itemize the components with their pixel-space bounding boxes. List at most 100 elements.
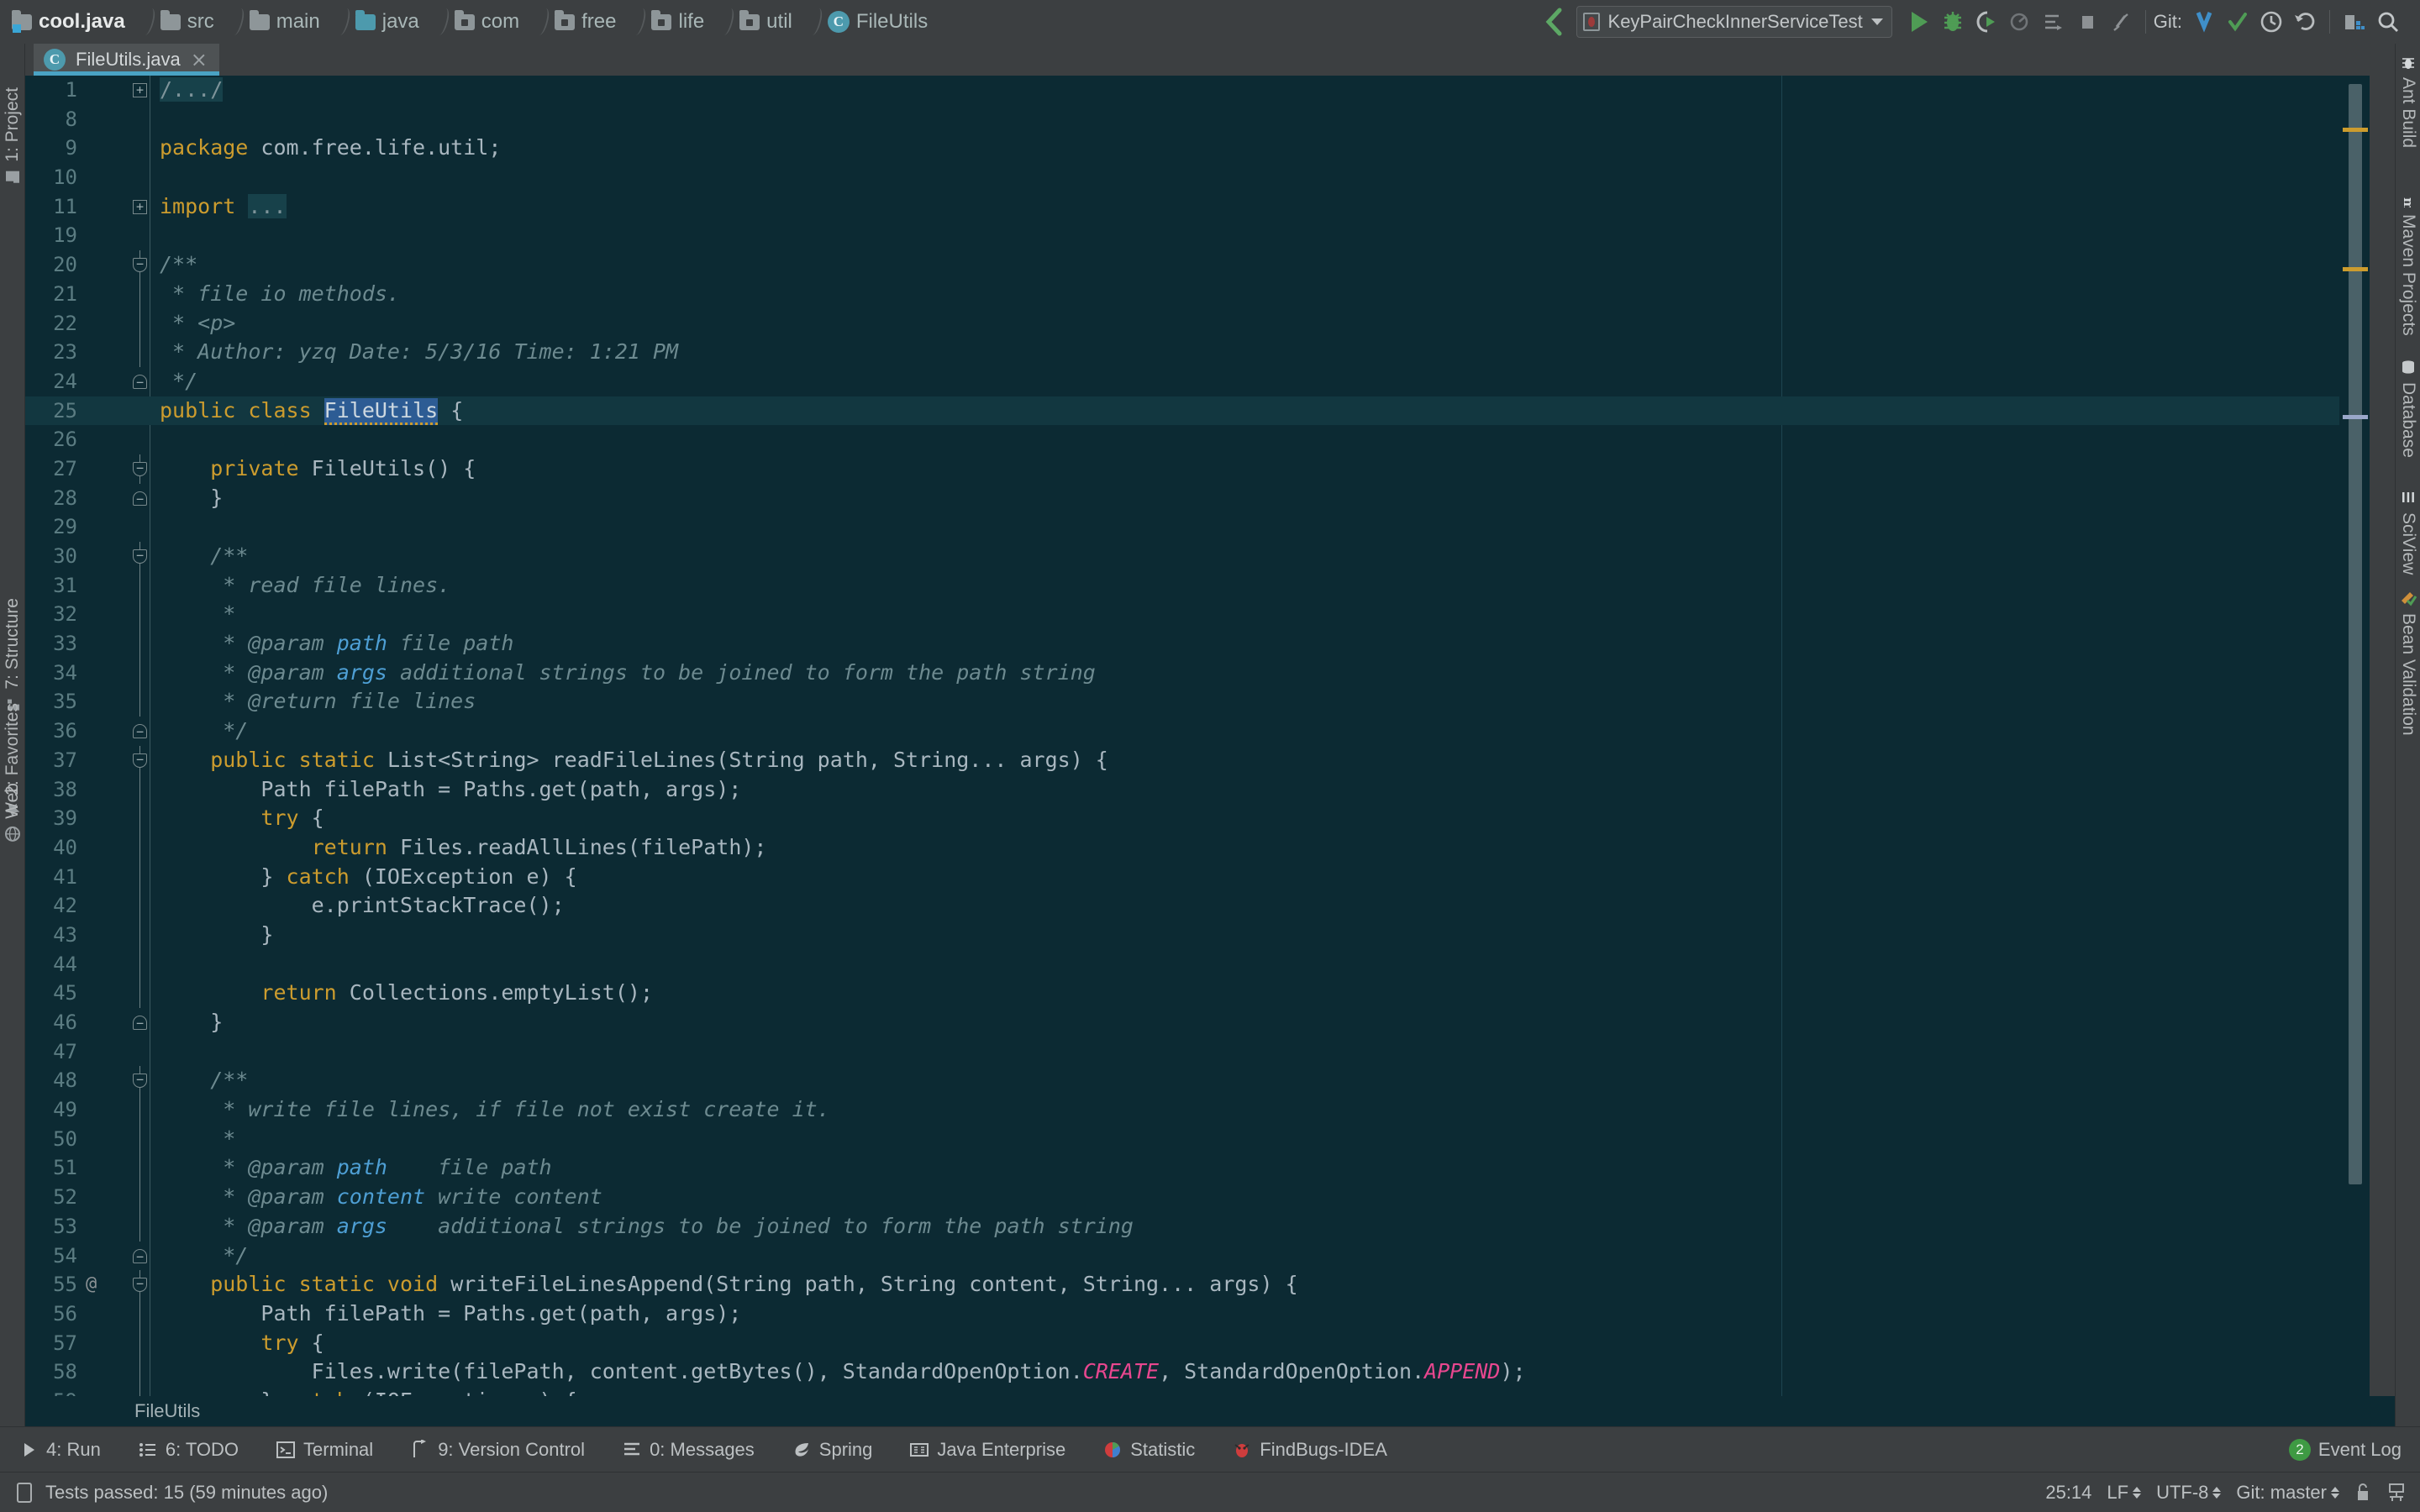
code-line[interactable]: 22 * <p> (25, 308, 2370, 339)
search-everywhere-button[interactable] (2371, 5, 2405, 39)
caret-position[interactable]: 25:14 (2045, 1482, 2091, 1504)
fold-close-icon[interactable]: − (133, 724, 147, 739)
stop-button[interactable] (2070, 5, 2104, 39)
background-tasks-icon[interactable] (15, 1482, 34, 1504)
history-button[interactable] (2254, 5, 2288, 39)
debug-button[interactable] (1936, 5, 1970, 39)
fold-open-icon[interactable]: − (133, 753, 147, 768)
code-line[interactable]: 49 * write file lines, if file not exist… (25, 1095, 2370, 1125)
code-line[interactable]: 41 } catch (IOException e) { (25, 862, 2370, 892)
update-project-button[interactable] (2187, 5, 2221, 39)
lock-icon[interactable] (2354, 1482, 2371, 1504)
bottom-tab-findbugs-idea[interactable]: FindBugs-IDEA (1213, 1427, 1406, 1473)
breadcrumb-item-life[interactable]: life (651, 0, 708, 44)
code-line[interactable]: 9 package com.free.life.util; (25, 134, 2370, 163)
attach-debugger-button[interactable] (2104, 5, 2138, 39)
code-line[interactable]: 59 } catch (IOException e) { (25, 1386, 2370, 1396)
bottom-tab-terminal[interactable]: Terminal (257, 1427, 392, 1473)
breadcrumb-item-util[interactable]: util (739, 0, 796, 44)
fold-open-icon[interactable]: − (133, 1074, 147, 1089)
code-line[interactable]: 38 Path filePath = Paths.get(path, args)… (25, 774, 2370, 805)
breadcrumb-item-src[interactable]: src (160, 0, 218, 44)
sidebar-item-web[interactable]: Web (0, 783, 25, 843)
breadcrumb-item-main[interactable]: main (249, 0, 324, 44)
sidebar-item-bean-validation[interactable]: Bean Validation (2396, 590, 2420, 736)
git-branch[interactable]: Git: master (2236, 1482, 2339, 1504)
code-line[interactable]: 36 − */ (25, 717, 2370, 746)
bottom-tab-spring[interactable]: Spring (773, 1427, 892, 1473)
editor-tab-fileutils[interactable]: C FileUtils.java × (34, 44, 219, 76)
scrollbar-thumb[interactable] (2349, 84, 2362, 1184)
code-line[interactable]: 58 Files.write(filePath, content.getByte… (25, 1357, 2370, 1387)
breadcrumb-item-com[interactable]: com (454, 0, 523, 44)
code-line[interactable]: 48 − /** (25, 1066, 2370, 1096)
navigate-back-button[interactable] (1538, 5, 1571, 39)
breadcrumb-item-free[interactable]: free (555, 0, 619, 44)
code-line[interactable]: 20 −/** (25, 250, 2370, 280)
sidebar-item-maven-projects[interactable]: m Maven Projects (2396, 191, 2420, 336)
code-line[interactable]: 27 − private FileUtils() { (25, 454, 2370, 484)
code-line[interactable]: 53 * @param args additional strings to b… (25, 1211, 2370, 1242)
code-line[interactable]: 8 (25, 105, 2370, 134)
code-line[interactable]: 45 return Collections.emptyList(); (25, 979, 2370, 1008)
bottom-tab-6-todo[interactable]: 6: TODO (119, 1427, 257, 1473)
fold-close-icon[interactable]: − (133, 1016, 147, 1031)
fold-plus-icon[interactable]: + (133, 199, 147, 214)
rollback-button[interactable] (2288, 5, 2322, 39)
code-line[interactable]: 34 * @param args additional strings to b… (25, 658, 2370, 688)
close-icon[interactable]: × (191, 50, 208, 70)
code-line[interactable]: 54 − */ (25, 1242, 2370, 1271)
code-line[interactable]: 51 * @param path file path (25, 1153, 2370, 1184)
code-line[interactable]: 42 e.printStackTrace(); (25, 891, 2370, 921)
code-line[interactable]: 23 * Author: yzq Date: 5/3/16 Time: 1:21… (25, 338, 2370, 367)
run-button[interactable] (1902, 5, 1936, 39)
code-line[interactable]: 25 public class FileUtils { (25, 396, 2370, 426)
code-line[interactable]: 56 Path filePath = Paths.get(path, args)… (25, 1299, 2370, 1329)
stripe-mark-caret[interactable] (2343, 415, 2368, 419)
fold-close-icon[interactable]: − (133, 374, 147, 389)
run-anything-button[interactable] (2037, 5, 2070, 39)
fold-close-icon[interactable]: − (133, 1248, 147, 1263)
run-with-coverage-button[interactable] (1970, 5, 2003, 39)
fold-plus-icon[interactable]: + (133, 83, 147, 97)
bottom-tab-java-enterprise[interactable]: Java Enterprise (891, 1427, 1084, 1473)
stripe-mark-warning-2[interactable] (2343, 267, 2368, 271)
sidebar-item-7-structure[interactable]: 7: Structure (0, 598, 25, 713)
memory-indicator-icon[interactable] (2386, 1481, 2407, 1504)
code-line[interactable]: 35 * @return file lines (25, 687, 2370, 717)
code-line[interactable]: 47 (25, 1037, 2370, 1067)
code-editor[interactable]: 1 +/.../8 9 package com.free.life.util; 10 11… (25, 76, 2370, 1396)
code-line[interactable]: 50 * (25, 1124, 2370, 1154)
code-line[interactable]: 21 * file io methods. (25, 279, 2370, 309)
commit-button[interactable] (2221, 5, 2254, 39)
code-lines[interactable]: 1 +/.../8 9 package com.free.life.util; 10 11… (25, 76, 2370, 1396)
code-line[interactable]: 28 − } (25, 484, 2370, 513)
bottom-tab-statistic[interactable]: Statistic (1084, 1427, 1213, 1473)
bottom-tab-event-log[interactable]: 2 Event Log (2270, 1427, 2420, 1473)
code-line[interactable]: 44 (25, 949, 2370, 979)
bottom-tab-4-run[interactable]: 4: Run (0, 1427, 119, 1473)
line-separator[interactable]: LF (2107, 1482, 2142, 1504)
fold-open-icon[interactable]: − (133, 461, 147, 476)
code-line[interactable]: 32 * (25, 600, 2370, 630)
code-line[interactable]: 39 try { (25, 804, 2370, 833)
code-line[interactable]: 57 try { (25, 1328, 2370, 1358)
code-line[interactable]: 10 (25, 163, 2370, 192)
code-line[interactable]: 29 (25, 512, 2370, 542)
run-configuration-selector[interactable]: KeyPairCheckInnerServiceTest (1576, 6, 1892, 38)
bottom-tab-9-version-control[interactable]: 9: Version Control (392, 1427, 603, 1473)
code-line[interactable]: 46 − } (25, 1008, 2370, 1037)
breadcrumb-item-cool-java[interactable]: cool.java (12, 0, 129, 44)
code-line[interactable]: 1 + /.../ (25, 76, 2370, 105)
editor-scrollbar[interactable] (2339, 76, 2370, 1396)
sidebar-item-database[interactable]: Database (2396, 359, 2420, 458)
code-line[interactable]: 11 + import ... (25, 192, 2370, 222)
sidebar-item-ant-build[interactable]: Ant Build (2396, 54, 2420, 148)
sidebar-item-sciview[interactable]: SciView (2396, 489, 2420, 575)
code-line[interactable]: 55 @ − public static void writeFileLinesAp… (25, 1270, 2370, 1299)
code-line[interactable]: 33 * @param path file path (25, 629, 2370, 659)
file-encoding[interactable]: UTF-8 (2156, 1482, 2222, 1504)
code-line[interactable]: 43 } (25, 920, 2370, 950)
stripe-mark-warning[interactable] (2343, 128, 2368, 132)
code-line[interactable]: 24 − */ (25, 367, 2370, 396)
